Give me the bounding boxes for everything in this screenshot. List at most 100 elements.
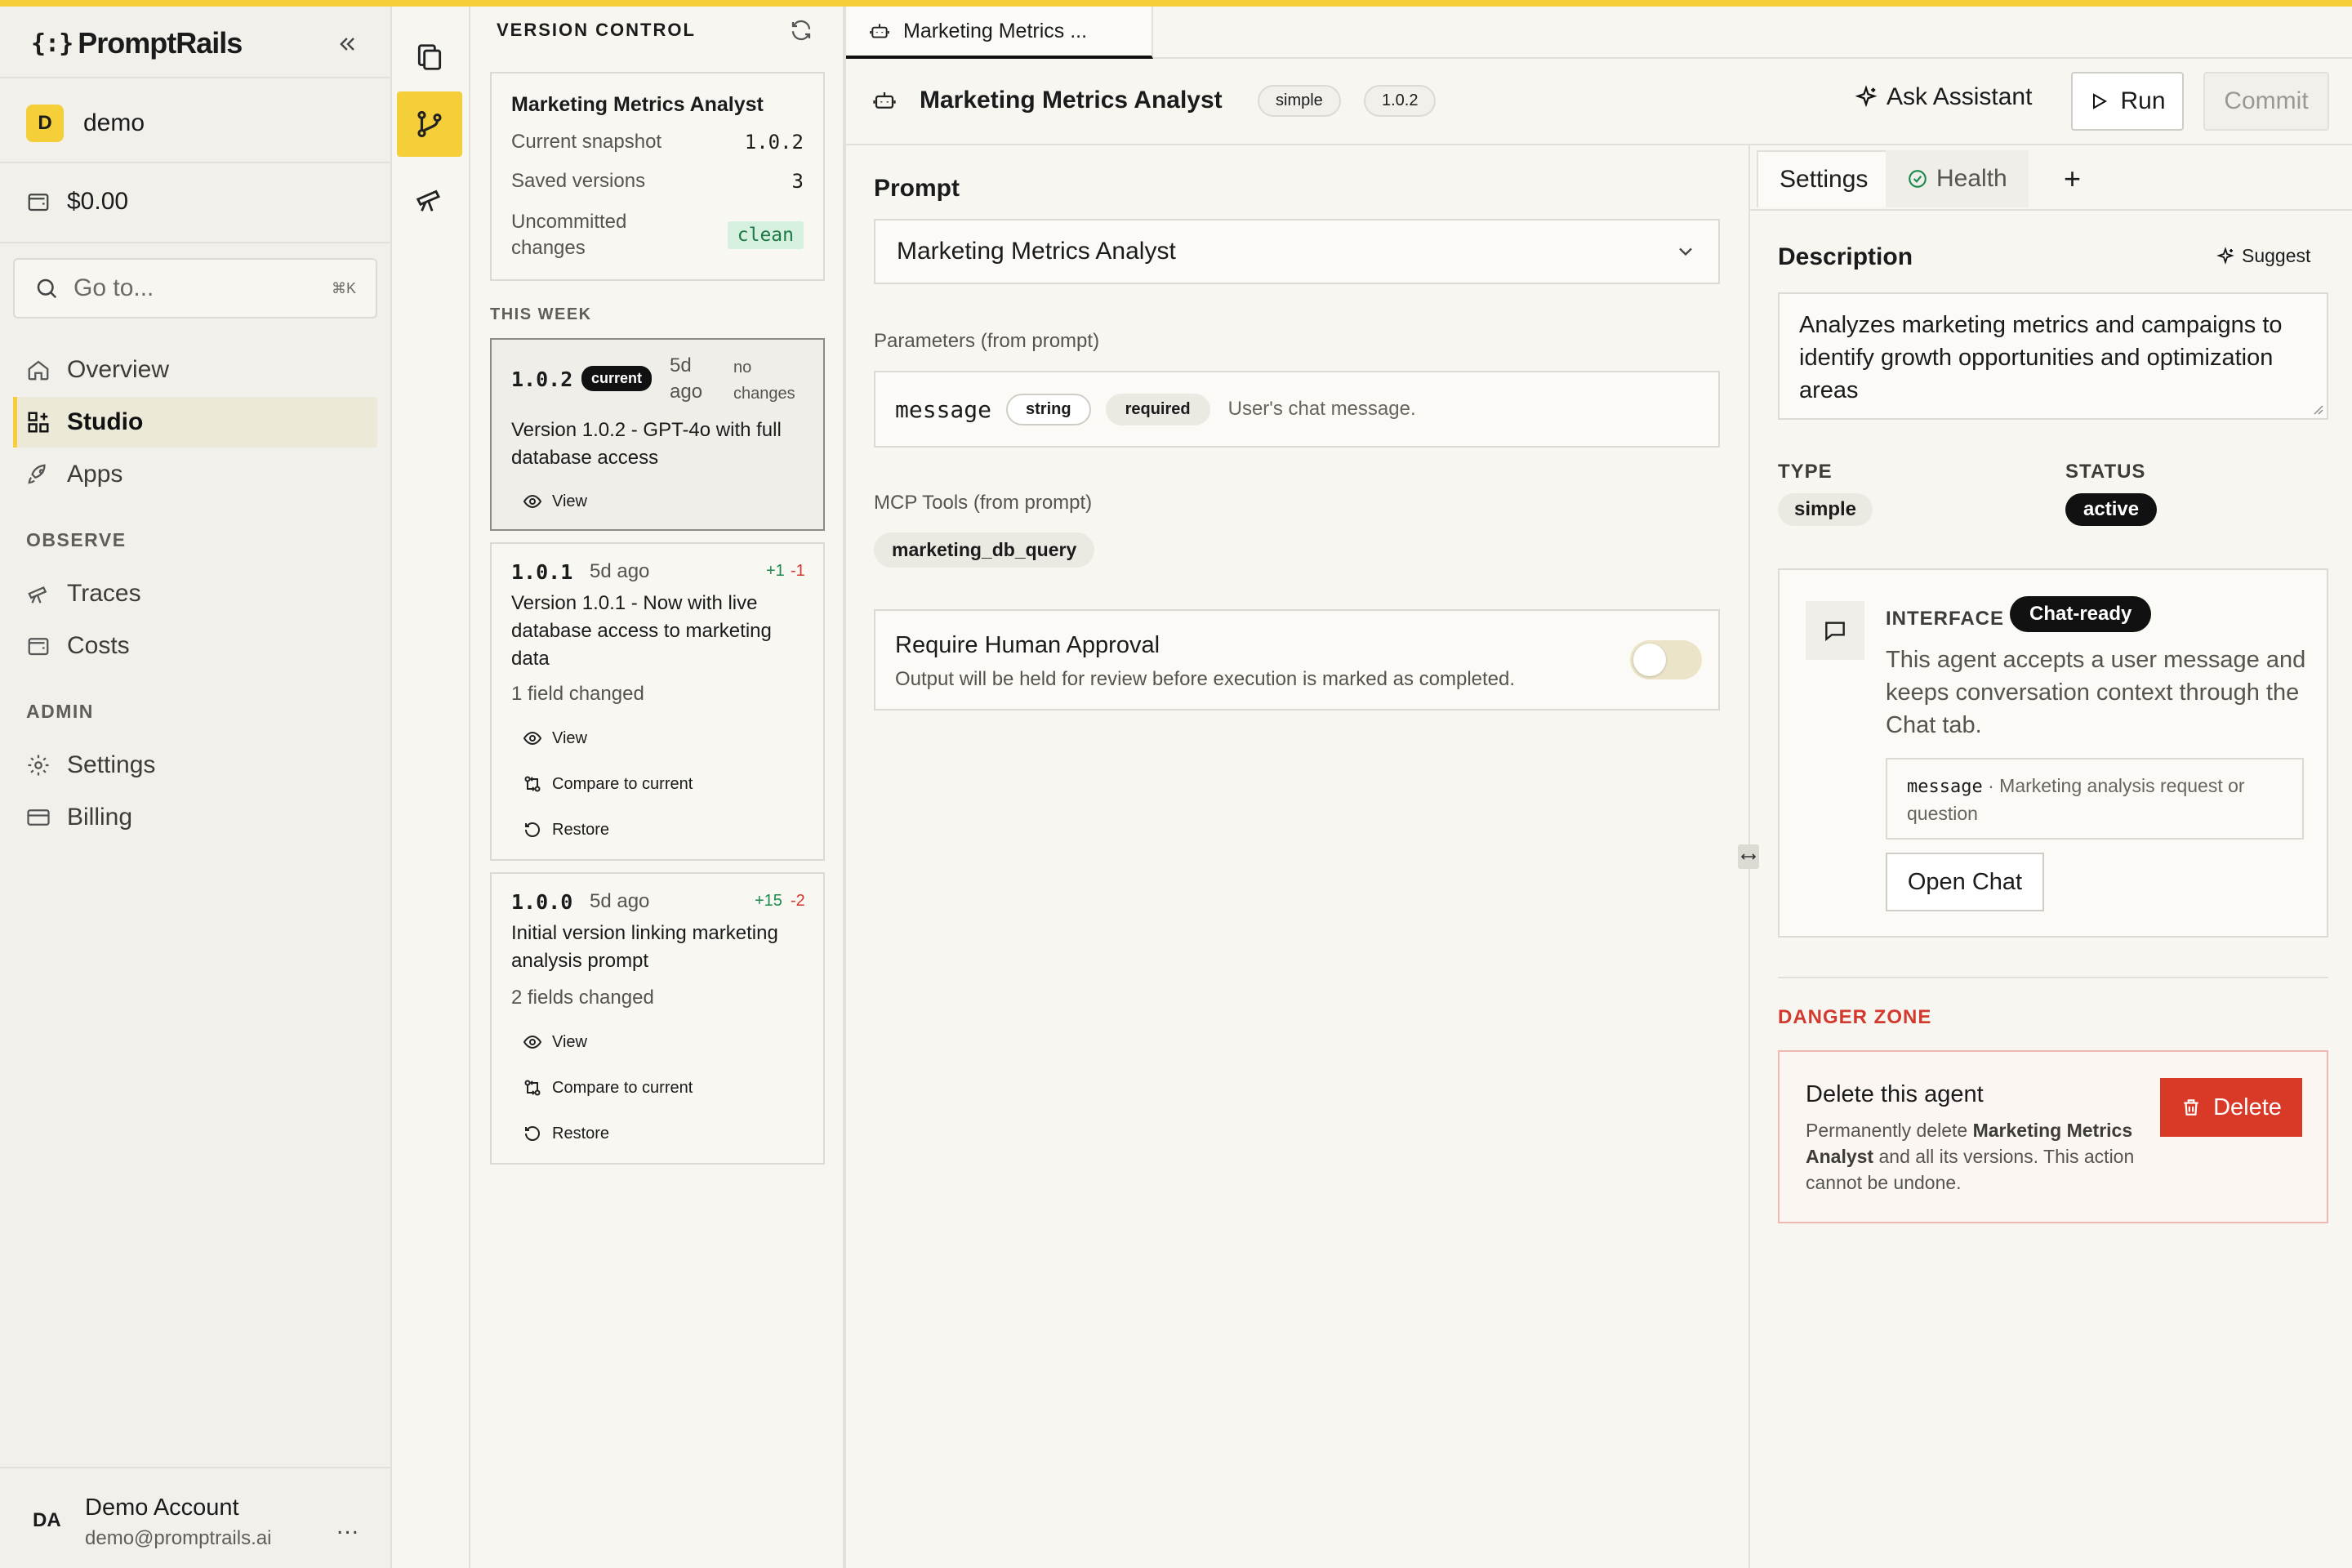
tab-health[interactable]: Health (1886, 150, 2029, 207)
wallet-icon (28, 194, 49, 212)
version-number: 1.0.2 (511, 368, 573, 391)
chat-ready-badge: Chat-ready (2010, 596, 2152, 632)
rail-files-button[interactable] (397, 24, 462, 90)
tab-settings[interactable]: Settings (1757, 150, 1891, 207)
version-card[interactable]: 1.0.0 5d ago +15 -2 Initial version link… (490, 872, 825, 1165)
rail-traces-button[interactable] (397, 167, 462, 232)
nav-billing[interactable]: Billing (13, 792, 377, 843)
view-button[interactable]: View (523, 1032, 587, 1052)
agent-editor: Prompt Marketing Metrics Analyst Paramet… (846, 145, 1749, 1568)
compare-button[interactable]: Compare to current (523, 774, 693, 794)
prompt-select[interactable]: Marketing Metrics Analyst (874, 219, 1720, 284)
credit-card-icon (27, 809, 50, 826)
run-label: Run (2120, 87, 2166, 114)
ask-assistant-label: Ask Assistant (1886, 83, 2033, 110)
human-approval-setting: Require Human Approval Output will be he… (874, 609, 1720, 710)
approval-description: Output will be held for review before ex… (895, 668, 1516, 690)
divider (1778, 977, 2328, 978)
trash-icon (2184, 1099, 2198, 1116)
goto-search[interactable]: Go to... ⌘K (13, 258, 377, 318)
sparkle-icon (2216, 246, 2234, 265)
version-age: 5d ago (590, 560, 650, 582)
agent-header: Marketing Metrics Analyst simple 1.0.2 A… (846, 59, 2352, 145)
workspace-badge: D (26, 105, 64, 142)
fields-changed: 2 fields changed (511, 987, 654, 1009)
version-number: 1.0.0 (511, 890, 573, 914)
check-circle-icon (1909, 170, 1927, 188)
nav-traces[interactable]: Traces (13, 568, 377, 619)
resize-grip-icon[interactable] (2310, 402, 2323, 415)
compare-icon (524, 1080, 541, 1096)
brand-logo[interactable]: {:} PromptRails (31, 23, 243, 64)
git-branch-icon (417, 110, 442, 138)
nav-section-observe: OBSERVE (26, 529, 127, 550)
nav-costs[interactable]: Costs (13, 621, 377, 671)
gear-icon (28, 755, 49, 776)
grid-plus-icon (28, 412, 49, 433)
tab-marketing-metrics[interactable]: Marketing Metrics ... (846, 7, 1153, 59)
param-description: User's chat message. (1227, 398, 1416, 420)
avatar: DA (33, 1509, 61, 1531)
mcp-tool-chip[interactable]: marketing_db_query (874, 532, 1095, 568)
version-pill: 1.0.2 (1364, 85, 1437, 117)
robot-icon (872, 88, 897, 113)
balance[interactable]: $0.00 (26, 188, 128, 216)
add-tab-button[interactable]: + (2042, 150, 2102, 207)
nav-studio[interactable]: Studio (13, 397, 377, 448)
delete-title: Delete this agent (1806, 1081, 1984, 1107)
snapshot-saved-row: Saved versions 3 (511, 170, 804, 193)
collapse-sidebar-icon[interactable] (333, 29, 363, 59)
description-label: Description (1778, 243, 1913, 270)
danger-zone-label: DANGER ZONE (1778, 1006, 1932, 1028)
nav-overview-label: Overview (67, 356, 170, 383)
compare-button[interactable]: Compare to current (523, 1078, 693, 1098)
parameters-label: Parameters (from prompt) (874, 330, 1100, 352)
delete-button[interactable]: Delete (2160, 1078, 2302, 1137)
refresh-icon[interactable] (789, 18, 813, 42)
restore-button[interactable]: Restore (523, 820, 609, 840)
approval-toggle[interactable] (1630, 640, 1702, 679)
chevron-down-icon (1679, 247, 1692, 256)
robot-icon (870, 24, 889, 38)
workspace-switcher[interactable]: D demo (26, 105, 145, 142)
danger-zone: Delete this agent Permanently delete Mar… (1778, 1050, 2328, 1223)
status-badge: active (2065, 493, 2158, 526)
eye-icon (523, 494, 542, 509)
settings-tabs: Settings Health + (1750, 145, 2352, 211)
diff-removed: -1 (791, 562, 805, 580)
account-menu[interactable]: DA Demo Account demo@promptrails.ai ... (0, 1467, 390, 1568)
editor-tabs: Marketing Metrics ... (846, 7, 2352, 59)
commit-button[interactable]: Commit (2203, 72, 2329, 131)
rail-version-control-button[interactable] (397, 91, 462, 157)
wallet-icon (28, 638, 49, 656)
mcp-tools-label: MCP Tools (from prompt) (874, 492, 1093, 514)
restore-label: Restore (552, 820, 610, 839)
parameter-row: message string required User's chat mess… (874, 371, 1720, 448)
nav-overview[interactable]: Overview (13, 345, 377, 395)
divider (0, 162, 390, 163)
snapshot-uncommitted-label: Uncommitted changes (511, 211, 627, 259)
param-name: message (895, 395, 992, 423)
delete-label: Delete (2213, 1094, 2282, 1120)
run-button[interactable]: Run (2071, 72, 2184, 131)
version-description: Version 1.0.2 - GPT-4o with full databas… (511, 419, 782, 469)
open-chat-button[interactable]: Open Chat (1886, 853, 2044, 911)
view-button[interactable]: View (523, 728, 587, 748)
description-textarea[interactable]: Analyzes marketing metrics and campaigns… (1778, 292, 2328, 420)
view-button[interactable]: View (523, 492, 587, 511)
param-type-tag: string (1006, 393, 1091, 425)
suggest-button[interactable]: Suggest (2216, 245, 2310, 267)
type-label: TYPE (1778, 461, 1833, 483)
nav-settings[interactable]: Settings (13, 740, 377, 791)
search-icon (37, 278, 57, 299)
restore-button[interactable]: Restore (523, 1124, 609, 1143)
nav-apps[interactable]: Apps (13, 449, 377, 500)
nav-settings-label: Settings (67, 751, 156, 778)
more-options-icon[interactable]: ... (336, 1512, 359, 1540)
version-card[interactable]: 1.0.1 5d ago +1 -1 Version 1.0.1 - Now w… (490, 542, 825, 861)
version-age: 5d ago (670, 354, 703, 403)
divider (0, 77, 390, 78)
ask-assistant-button[interactable]: Ask Assistant (1854, 83, 2032, 111)
version-card-current[interactable]: 1.0.2 current 5d ago no changes Version … (490, 338, 825, 531)
version-number: 1.0.1 (511, 560, 573, 584)
